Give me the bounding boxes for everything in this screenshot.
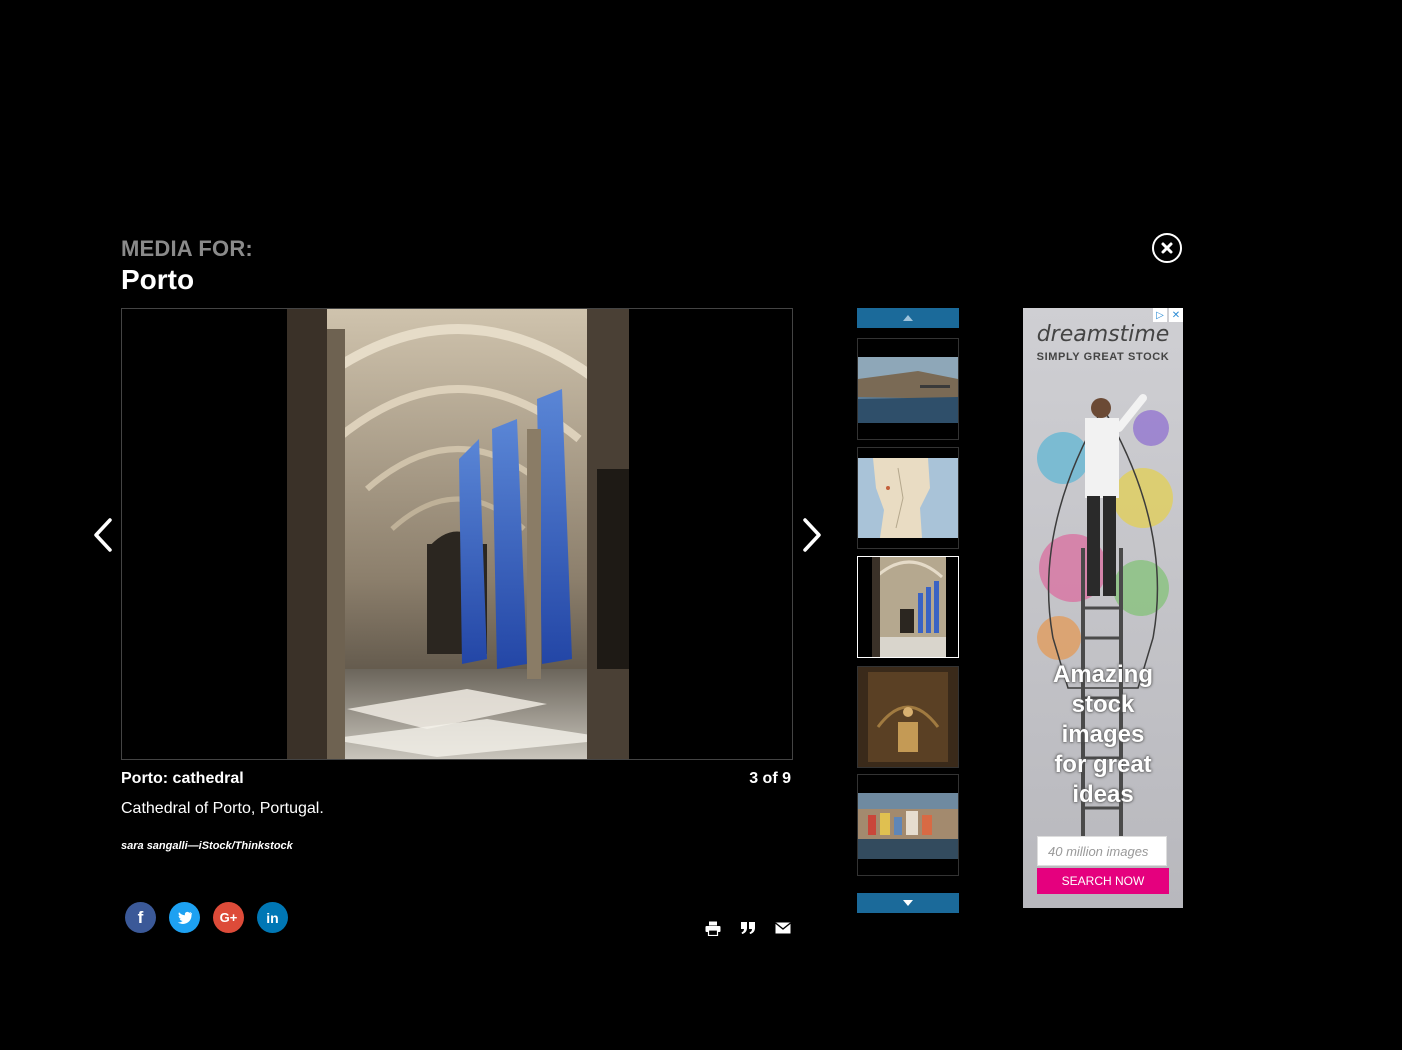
thumbnail-image-4 — [858, 667, 958, 767]
thumbnail-image-2 — [858, 458, 958, 538]
ad-headline-line: ideas — [1072, 781, 1134, 808]
ad-headline-line: Amazing — [1052, 661, 1153, 688]
print-button[interactable] — [703, 918, 723, 938]
next-button[interactable] — [797, 510, 827, 560]
thumbnails-scroll-down-button[interactable] — [857, 893, 959, 913]
share-google-plus-button[interactable]: G+ — [213, 902, 244, 933]
google-plus-icon: G+ — [219, 910, 238, 925]
thumbnails-scroll-up-button[interactable] — [857, 308, 959, 328]
ad-brand: dreamstime — [1036, 322, 1170, 347]
share-twitter-button[interactable] — [169, 902, 200, 933]
ad-tagline: SIMPLY GREAT STOCK — [1036, 351, 1170, 363]
previous-button[interactable] — [88, 510, 118, 560]
ad-close-icon[interactable]: ✕ — [1169, 308, 1183, 322]
chevron-right-icon — [803, 518, 821, 552]
ad-headline-line: images — [1061, 721, 1145, 748]
advertisement[interactable]: ▷ ✕ dreamstime SIMPLY GREAT STOCK Amazin… — [1023, 308, 1183, 908]
media-counter: 3 of 9 — [749, 770, 791, 787]
ad-choices[interactable]: ▷ ✕ — [1153, 308, 1183, 322]
ad-search-input[interactable]: 40 million images — [1037, 836, 1167, 866]
thumbnail-1[interactable] — [857, 338, 959, 440]
thumbnail-5[interactable] — [857, 774, 959, 876]
caption-description: Cathedral of Porto, Portugal. — [121, 800, 324, 817]
close-icon — [1161, 242, 1173, 254]
share-linkedin-button[interactable]: in — [257, 902, 288, 933]
close-button[interactable] — [1152, 233, 1182, 263]
main-photo — [287, 309, 629, 759]
thumbnail-image-1 — [858, 357, 958, 423]
cathedral-cloister-image — [287, 309, 629, 759]
twitter-icon — [177, 911, 192, 924]
ad-info-icon: ▷ — [1153, 308, 1167, 322]
email-button[interactable] — [773, 918, 793, 938]
share-facebook-button[interactable]: f — [125, 902, 156, 933]
caret-up-icon — [903, 315, 913, 321]
thumbnail-2[interactable] — [857, 447, 959, 549]
email-icon — [775, 922, 791, 934]
linkedin-icon: in — [266, 909, 279, 926]
ad-artwork — [1037, 394, 1173, 838]
ad-headline-line: for great — [1054, 751, 1152, 778]
print-icon — [705, 921, 721, 936]
quote-icon — [741, 922, 755, 934]
ad-headline-line: stock — [1071, 691, 1135, 718]
ad-headline: Amazing stock images for great ideas — [1023, 660, 1183, 810]
thumbnail-4[interactable] — [857, 666, 959, 768]
chevron-left-icon — [94, 518, 112, 552]
caption-title: Porto: cathedral — [121, 770, 244, 787]
facebook-icon: f — [137, 907, 144, 927]
media-viewer — [121, 308, 793, 760]
media-label: MEDIA FOR: — [121, 236, 253, 261]
media-title: Porto — [121, 264, 195, 295]
ad-search-button[interactable]: SEARCH NOW — [1037, 868, 1169, 894]
cite-button[interactable] — [738, 918, 758, 938]
thumbnail-image-5 — [858, 793, 958, 859]
thumbnail-3-active[interactable] — [857, 556, 959, 658]
thumbnail-image-3 — [872, 557, 946, 657]
photo-credit: sara sangalli—iStock/Thinkstock — [121, 840, 293, 852]
caret-down-icon — [903, 900, 913, 906]
